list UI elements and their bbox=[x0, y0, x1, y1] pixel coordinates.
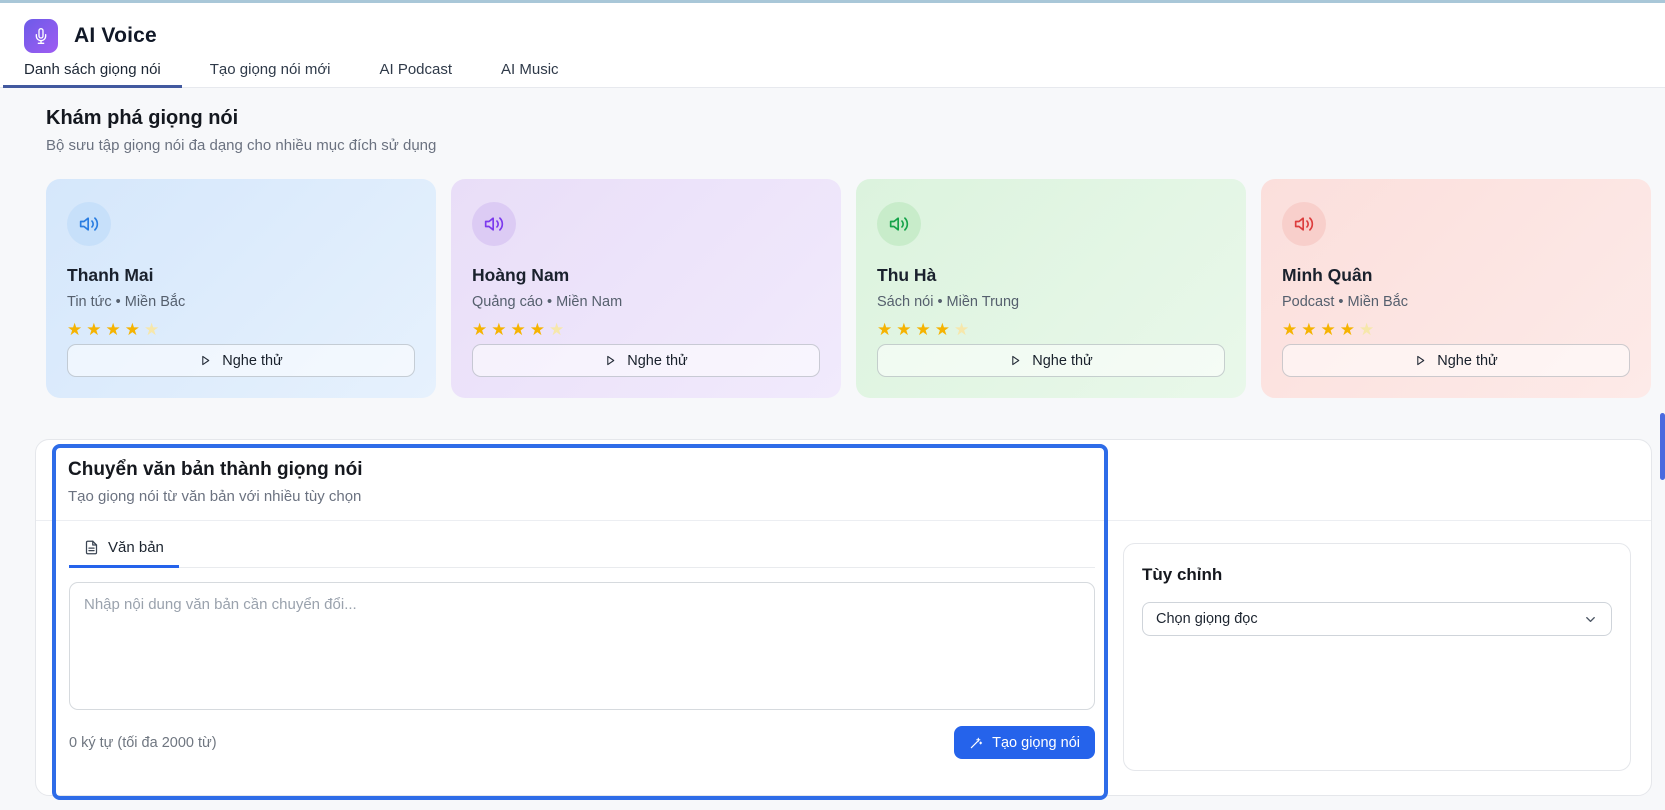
chevron-down-icon bbox=[1583, 612, 1598, 627]
star-icon: ★ bbox=[1301, 320, 1320, 339]
tab-van-ban[interactable]: Văn bản bbox=[69, 539, 179, 567]
speaker-icon-badge bbox=[877, 202, 921, 246]
star-icon: ★ bbox=[916, 320, 935, 339]
rating-stars: ★★★★★ bbox=[472, 321, 820, 338]
voice-meta: Podcast • Miền Bắc bbox=[1282, 294, 1630, 310]
star-icon: ★ bbox=[896, 320, 915, 339]
app-title: AI Voice bbox=[74, 24, 157, 48]
voice-select-value: Chọn giọng đọc bbox=[1156, 611, 1258, 627]
listen-button[interactable]: Nghe thử bbox=[877, 344, 1225, 377]
star-icon: ★ bbox=[106, 320, 125, 339]
voice-meta: Sách nói • Miền Trung bbox=[877, 294, 1225, 310]
voice-name: Thu Hà bbox=[877, 265, 1225, 286]
voice-name: Thanh Mai bbox=[67, 265, 415, 286]
star-icon: ★ bbox=[954, 320, 973, 339]
listen-button-label: Nghe thử bbox=[627, 353, 688, 369]
tts-subtitle: Tạo giọng nói từ văn bản với nhiều tùy c… bbox=[68, 488, 1619, 505]
microphone-icon bbox=[33, 28, 49, 44]
star-icon: ★ bbox=[67, 320, 86, 339]
star-icon: ★ bbox=[530, 320, 549, 339]
star-icon: ★ bbox=[144, 320, 163, 339]
customize-panel: Tùy chỉnh Chọn giọng đọc bbox=[1123, 543, 1631, 771]
voice-card-list: Thanh Mai Tin tức • Miền Bắc ★★★★★ Nghe … bbox=[46, 179, 1651, 398]
listen-button[interactable]: Nghe thử bbox=[1282, 344, 1630, 377]
star-icon: ★ bbox=[1282, 320, 1301, 339]
speaker-icon bbox=[1294, 214, 1314, 234]
nav-tab-ai-music[interactable]: AI Music bbox=[480, 61, 580, 87]
explore-subtitle: Bộ sưu tập giọng nói đa dạng cho nhiều m… bbox=[46, 137, 1665, 154]
tts-panel: Chuyển văn bản thành giọng nói Tạo giọng… bbox=[35, 439, 1652, 796]
star-icon: ★ bbox=[472, 320, 491, 339]
voice-meta: Tin tức • Miền Bắc bbox=[67, 294, 415, 310]
star-icon: ★ bbox=[86, 320, 105, 339]
tts-panel-header: Chuyển văn bản thành giọng nói Tạo giọng… bbox=[36, 440, 1651, 521]
tts-title: Chuyển văn bản thành giọng nói bbox=[68, 459, 1619, 481]
star-icon: ★ bbox=[491, 320, 510, 339]
star-icon: ★ bbox=[549, 320, 568, 339]
magic-wand-icon bbox=[969, 736, 983, 750]
play-icon bbox=[1414, 354, 1427, 367]
star-icon: ★ bbox=[125, 320, 144, 339]
app-logo bbox=[24, 19, 58, 53]
voice-card: Thu Hà Sách nói • Miền Trung ★★★★★ Nghe … bbox=[856, 179, 1246, 398]
customize-title: Tùy chỉnh bbox=[1142, 565, 1612, 585]
rating-stars: ★★★★★ bbox=[877, 321, 1225, 338]
document-icon bbox=[84, 540, 99, 555]
star-icon: ★ bbox=[1340, 320, 1359, 339]
voice-select-dropdown[interactable]: Chọn giọng đọc bbox=[1142, 602, 1612, 636]
listen-button[interactable]: Nghe thử bbox=[472, 344, 820, 377]
listen-button-label: Nghe thử bbox=[1437, 353, 1498, 369]
play-icon bbox=[1009, 354, 1022, 367]
speaker-icon bbox=[484, 214, 504, 234]
tts-panel-body: Văn bản 0 ký tự (tối đa 2000 từ) bbox=[36, 521, 1651, 771]
tts-footer: 0 ký tự (tối đa 2000 từ) Tạo giọng nói bbox=[69, 726, 1095, 759]
star-icon: ★ bbox=[1321, 320, 1340, 339]
nav-tab-create-voice[interactable]: Tạo giọng nói mới bbox=[189, 61, 352, 87]
voice-card: Thanh Mai Tin tức • Miền Bắc ★★★★★ Nghe … bbox=[46, 179, 436, 398]
rating-stars: ★★★★★ bbox=[1282, 321, 1630, 338]
nav-tab-ai-podcast[interactable]: AI Podcast bbox=[359, 61, 474, 87]
char-counter: 0 ký tự (tối đa 2000 từ) bbox=[69, 735, 217, 751]
explore-title: Khám phá giọng nói bbox=[46, 107, 1665, 130]
tts-text-input[interactable] bbox=[69, 582, 1095, 710]
listen-button-label: Nghe thử bbox=[222, 353, 283, 369]
app-header: AI Voice Danh sách giọng nói Tạo giọng nó… bbox=[0, 3, 1665, 88]
voice-name: Minh Quân bbox=[1282, 265, 1630, 286]
speaker-icon bbox=[889, 214, 909, 234]
scrollbar-thumb[interactable] bbox=[1660, 413, 1665, 480]
star-icon: ★ bbox=[511, 320, 530, 339]
main-nav-tabs: Danh sách giọng nói Tạo giọng nói mới AI P… bbox=[3, 61, 1665, 87]
star-icon: ★ bbox=[877, 320, 896, 339]
star-icon: ★ bbox=[1359, 320, 1378, 339]
rating-stars: ★★★★★ bbox=[67, 321, 415, 338]
speaker-icon-badge bbox=[472, 202, 516, 246]
voice-meta: Quảng cáo • Miền Nam bbox=[472, 294, 820, 310]
listen-button-label: Nghe thử bbox=[1032, 353, 1093, 369]
star-icon: ★ bbox=[935, 320, 954, 339]
tts-editor-column: Văn bản 0 ký tự (tối đa 2000 từ) bbox=[36, 521, 1108, 771]
voice-card: Hoàng Nam Quảng cáo • Miền Nam ★★★★★ Ngh… bbox=[451, 179, 841, 398]
generate-voice-button[interactable]: Tạo giọng nói bbox=[954, 726, 1095, 759]
tts-tab-bar: Văn bản bbox=[69, 539, 1095, 568]
tab-van-ban-label: Văn bản bbox=[108, 539, 164, 556]
brand: AI Voice bbox=[24, 19, 1665, 53]
listen-button[interactable]: Nghe thử bbox=[67, 344, 415, 377]
play-icon bbox=[604, 354, 617, 367]
speaker-icon bbox=[79, 214, 99, 234]
nav-tab-voice-list[interactable]: Danh sách giọng nói bbox=[3, 61, 182, 87]
speaker-icon-badge bbox=[1282, 202, 1326, 246]
generate-voice-label: Tạo giọng nói bbox=[992, 735, 1080, 751]
speaker-icon-badge bbox=[67, 202, 111, 246]
main-content: Khám phá giọng nói Bộ sưu tập giọng nói … bbox=[0, 88, 1665, 796]
play-icon bbox=[199, 354, 212, 367]
voice-name: Hoàng Nam bbox=[472, 265, 820, 286]
voice-card: Minh Quân Podcast • Miền Bắc ★★★★★ Nghe … bbox=[1261, 179, 1651, 398]
